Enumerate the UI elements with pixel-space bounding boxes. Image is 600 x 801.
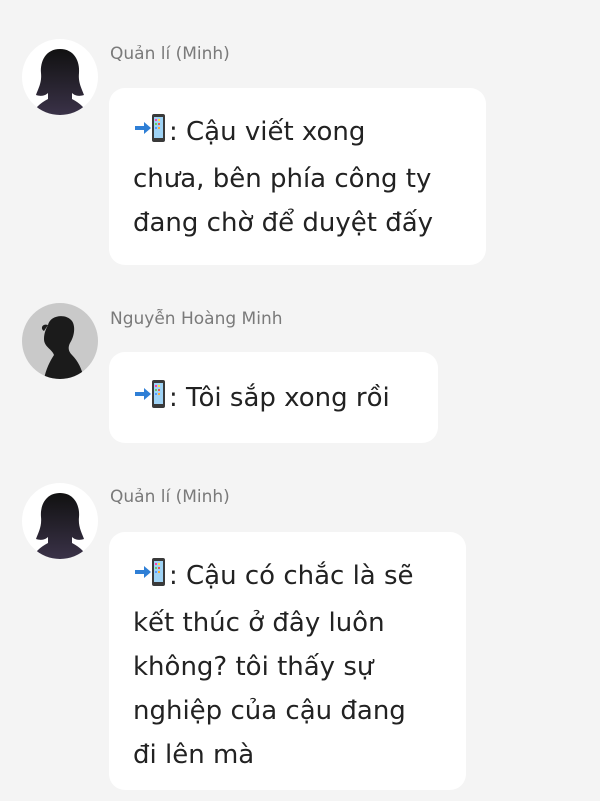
- message-bubble: : Tôi sắp xong rồi: [109, 352, 438, 443]
- message-line: đang chờ để duyệt đấy: [133, 208, 434, 238]
- avatar[interactable]: [22, 483, 98, 559]
- avatar[interactable]: [22, 39, 98, 115]
- sender-name: Nguyễn Hoàng Minh: [110, 309, 283, 329]
- message-line: nghiệp của cậu đang: [133, 696, 406, 726]
- message-line: không? tôi thấy sự: [133, 652, 374, 682]
- message-line: đi lên mà: [133, 740, 255, 770]
- message-bubble: : Cậu viết xong chưa, bên phía công ty đ…: [109, 88, 486, 265]
- mobile-phone-with-arrow-icon: [133, 379, 167, 423]
- message-line: kết thúc ở đây luôn: [133, 608, 385, 638]
- message-line: : Tôi sắp xong rồi: [133, 376, 414, 423]
- message-line: : Cậu có chắc là sẽ: [133, 554, 442, 601]
- sender-name: Quản lí (Minh): [110, 44, 230, 64]
- sender-name: Quản lí (Minh): [110, 487, 230, 507]
- mobile-phone-with-arrow-icon: [133, 557, 167, 601]
- female-silhouette-avatar: [32, 49, 88, 115]
- female-silhouette-avatar: [32, 493, 88, 559]
- message-line: chưa, bên phía công ty: [133, 164, 432, 194]
- male-silhouette-avatar: [41, 316, 84, 379]
- avatar[interactable]: [22, 303, 98, 379]
- message-bubble: : Cậu có chắc là sẽ kết thúc ở đây luôn …: [109, 532, 466, 790]
- message-line: : Cậu viết xong: [133, 110, 462, 157]
- mobile-phone-with-arrow-icon: [133, 113, 167, 157]
